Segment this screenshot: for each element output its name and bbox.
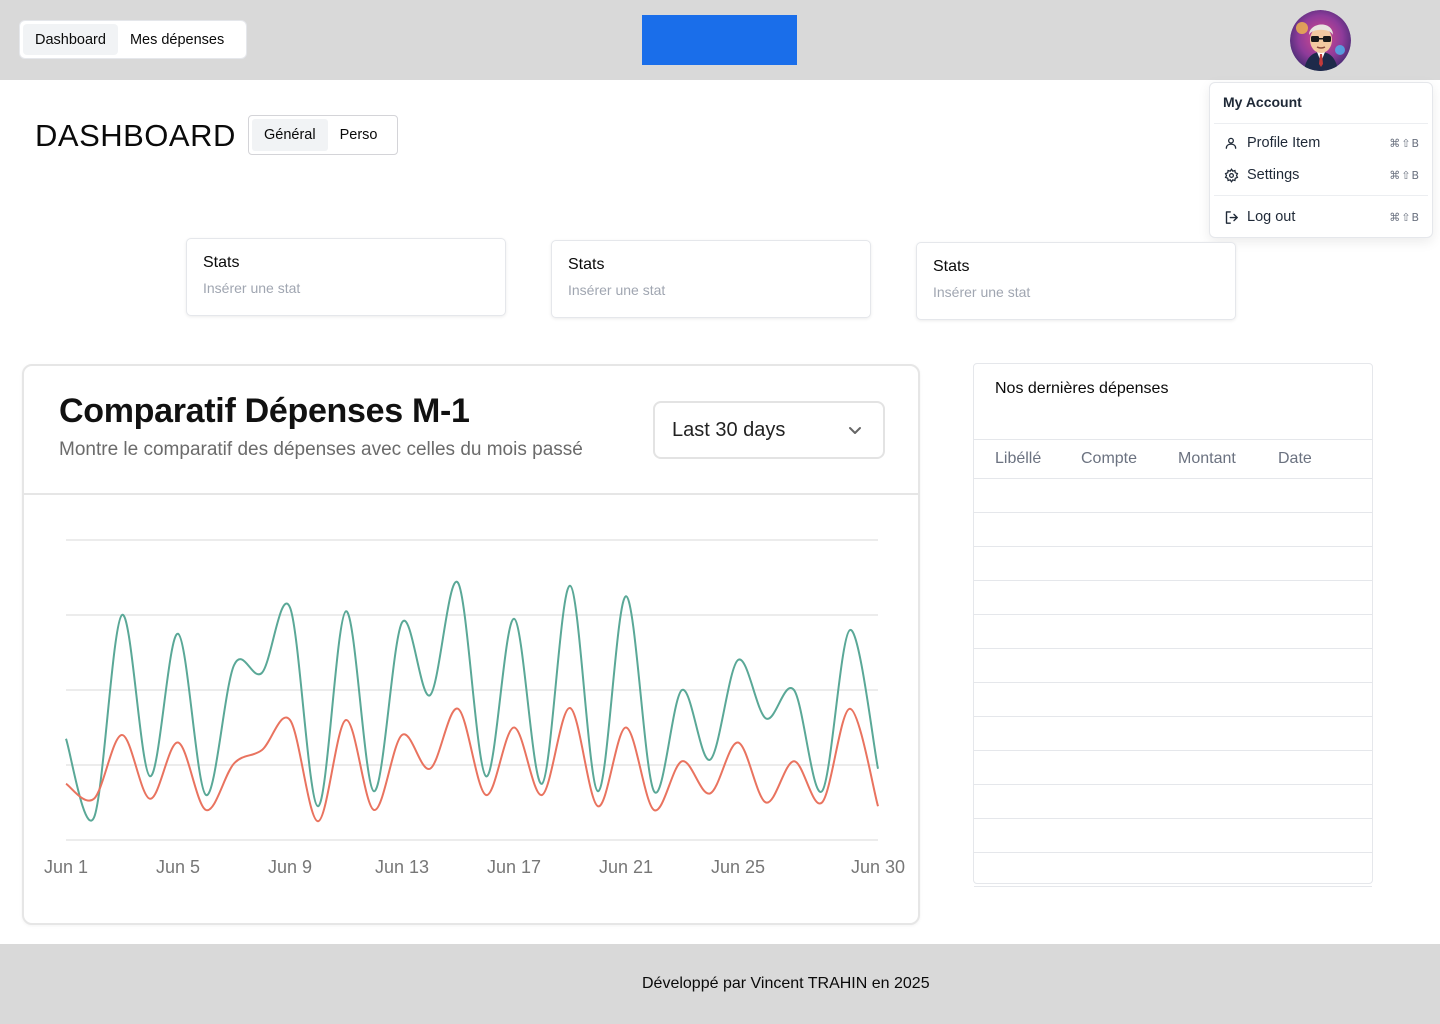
menu-item-logout[interactable]: Log out ⌘⇧B	[1214, 202, 1428, 232]
stat-title: Stats	[568, 256, 605, 273]
page-title: DASHBOARD	[35, 118, 236, 153]
tab-perso[interactable]: Perso	[328, 119, 390, 151]
menu-item-profile[interactable]: Profile Item ⌘⇧B	[1214, 128, 1428, 158]
stat-subtitle: Insérer une stat	[203, 280, 301, 296]
top-header: Dashboard Mes dépenses	[0, 0, 1440, 80]
menu-item-label: Log out	[1247, 209, 1296, 225]
table-row[interactable]	[974, 615, 1372, 649]
chart-title: Comparatif Dépenses M-1	[59, 392, 470, 430]
table-row[interactable]	[974, 513, 1372, 547]
menu-item-label: Profile Item	[1247, 135, 1321, 151]
table-row[interactable]	[974, 853, 1372, 887]
stat-card: Stats Insérer une stat	[916, 242, 1236, 320]
table-row[interactable]	[974, 479, 1372, 513]
menu-separator	[1214, 195, 1428, 196]
logo	[642, 15, 797, 65]
user-icon	[1223, 135, 1239, 151]
x-tick-label: Jun 30	[851, 857, 905, 877]
tab-general[interactable]: Général	[252, 119, 328, 151]
account-menu-title: My Account	[1223, 94, 1302, 110]
table-row[interactable]	[974, 683, 1372, 717]
menu-item-shortcut: ⌘⇧B	[1389, 210, 1420, 224]
x-tick-label: Jun 13	[375, 857, 429, 877]
chart-subtitle: Montre le comparatif des dépenses avec c…	[59, 439, 583, 460]
logout-icon	[1223, 209, 1239, 225]
menu-item-label: Settings	[1247, 167, 1300, 183]
stat-card: Stats Insérer une stat	[551, 240, 871, 318]
view-tabs: Général Perso	[248, 115, 398, 155]
x-tick-label: Jun 25	[711, 857, 765, 877]
table-row[interactable]	[974, 581, 1372, 615]
account-dropdown: My Account Profile Item ⌘⇧B Settings ⌘⇧B…	[1209, 82, 1433, 238]
column-header-libelle[interactable]: Libéllé	[995, 450, 1041, 468]
menu-separator	[1214, 123, 1428, 124]
main-nav: Dashboard Mes dépenses	[19, 20, 247, 59]
x-tick-label: Jun 21	[599, 857, 653, 877]
stat-title: Stats	[933, 258, 970, 275]
menu-item-shortcut: ⌘⇧B	[1389, 136, 1420, 150]
footer-credit: Développé par Vincent TRAHIN en 2025	[642, 975, 930, 992]
x-tick-label: Jun 5	[156, 857, 200, 877]
stat-subtitle: Insérer une stat	[568, 282, 666, 298]
column-header-date[interactable]: Date	[1278, 450, 1312, 468]
table-row[interactable]	[974, 717, 1372, 751]
x-tick-label: Jun 17	[487, 857, 541, 877]
column-header-compte[interactable]: Compte	[1081, 450, 1137, 468]
date-range-select[interactable]: Last 30 days	[653, 401, 885, 459]
stat-card: Stats Insérer une stat	[186, 238, 506, 316]
table-row[interactable]	[974, 649, 1372, 683]
menu-item-shortcut: ⌘⇧B	[1389, 168, 1420, 182]
date-range-value: Last 30 days	[672, 418, 786, 441]
chevron-down-icon	[847, 422, 863, 438]
stat-subtitle: Insérer une stat	[933, 284, 1031, 300]
table-row[interactable]	[974, 819, 1372, 853]
footer: Développé par Vincent TRAHIN en 2025	[0, 944, 1440, 1024]
stat-title: Stats	[203, 254, 240, 271]
table-row[interactable]	[974, 547, 1372, 581]
table-header: Libéllé Compte Montant Date	[974, 439, 1372, 479]
avatar[interactable]	[1290, 10, 1351, 71]
table-title: Nos dernières dépenses	[995, 380, 1169, 397]
nav-dashboard[interactable]: Dashboard	[23, 24, 118, 55]
menu-item-settings[interactable]: Settings ⌘⇧B	[1214, 160, 1428, 190]
table-row[interactable]	[974, 785, 1372, 819]
nav-mes-depenses[interactable]: Mes dépenses	[118, 24, 236, 55]
comparison-chart-card: Comparatif Dépenses M-1 Montre le compar…	[22, 364, 920, 925]
x-tick-label: Jun 9	[268, 857, 312, 877]
latest-expenses-card: Nos dernières dépenses Libéllé Compte Mo…	[973, 363, 1373, 887]
column-header-montant[interactable]: Montant	[1178, 450, 1236, 468]
table-row[interactable]	[974, 751, 1372, 785]
gear-icon	[1223, 167, 1239, 183]
line-chart: Jun 1 Jun 5 Jun 9 Jun 13 Jun 17 Jun 21 Jun 25 J…	[44, 539, 905, 877]
x-tick-label: Jun 1	[44, 857, 88, 877]
